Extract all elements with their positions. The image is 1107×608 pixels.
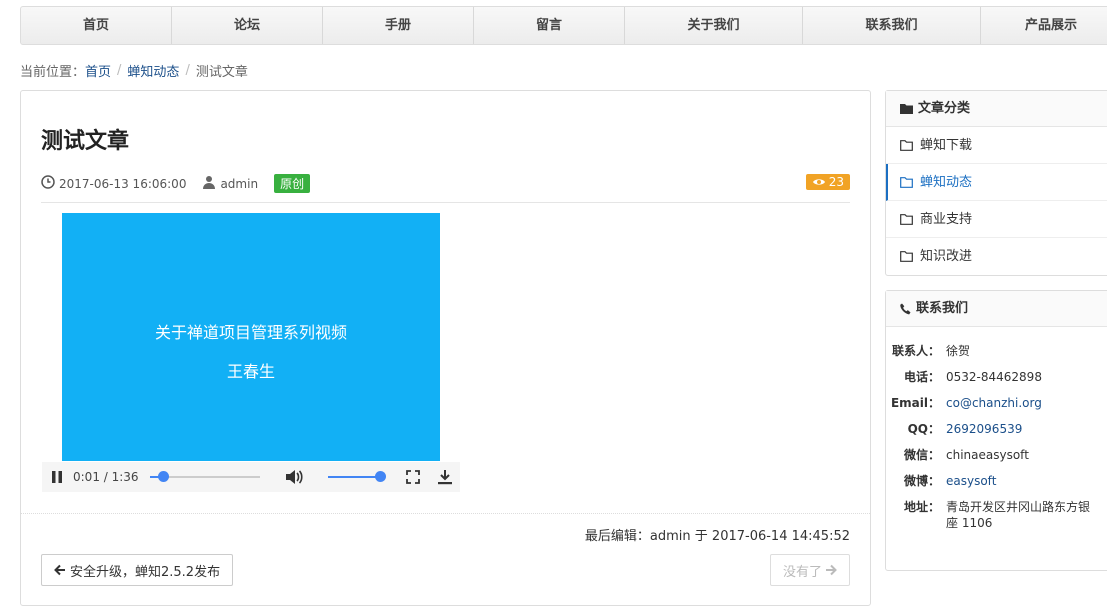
category-panel: 文章分类 蝉知下载 蝉知动态 商业支持 知识改进 bbox=[885, 90, 1107, 276]
breadcrumb-separator: / bbox=[117, 63, 122, 78]
article-meta: 2017-06-13 16:06:00 admin 原创 bbox=[41, 174, 311, 193]
nav-item-contact[interactable]: 联系我们 bbox=[803, 7, 981, 44]
video-controls: 0:01 / 1:36 bbox=[42, 462, 460, 492]
folder-open-icon bbox=[900, 139, 913, 151]
category-panel-header: 文章分类 bbox=[886, 91, 1107, 127]
article-title: 测试文章 bbox=[41, 129, 130, 154]
contact-value: 0532-84462898 bbox=[946, 370, 1042, 384]
eye-icon bbox=[812, 177, 826, 187]
breadcrumb-category-link[interactable]: 蝉知动态 bbox=[127, 61, 179, 80]
contact-row-phone: 电话： 0532-84462898 bbox=[886, 369, 1107, 385]
breadcrumb-separator: / bbox=[185, 63, 190, 78]
breadcrumb: 当前位置： 首页 / 蝉知动态 / 测试文章 bbox=[20, 61, 248, 80]
breadcrumb-prefix: 当前位置： bbox=[20, 65, 86, 80]
category-panel-title: 文章分类 bbox=[918, 100, 971, 116]
contact-row-weibo: 微博： easysoft bbox=[886, 473, 1107, 489]
last-edited-text: 最后编辑：admin 于 2017-06-14 14:45:52 bbox=[584, 529, 850, 544]
contact-label: QQ： bbox=[907, 422, 940, 436]
category-label: 蝉知动态 bbox=[920, 174, 973, 190]
video-title-line: 关于禅道项目管理系列视频 bbox=[154, 323, 347, 342]
folder-open-icon bbox=[900, 176, 913, 188]
folder-open-icon bbox=[900, 213, 913, 225]
weibo-link[interactable]: easysoft bbox=[946, 473, 1096, 489]
contact-label: 微信： bbox=[903, 448, 940, 462]
contact-panel: 联系我们 联系人： 徐贺 电话： 0532-84462898 Email： co… bbox=[885, 290, 1107, 571]
category-item-support[interactable]: 商业支持 bbox=[886, 201, 1107, 238]
breadcrumb-current: 测试文章 bbox=[195, 65, 248, 80]
contact-panel-header: 联系我们 bbox=[886, 291, 1107, 327]
nav-item-about[interactable]: 关于我们 bbox=[625, 7, 803, 44]
original-badge: 原创 bbox=[274, 174, 311, 193]
nav-item-manual[interactable]: 手册 bbox=[323, 7, 474, 44]
contact-value: 青岛开发区井冈山路东方银座 1106 bbox=[946, 500, 1091, 530]
download-icon[interactable] bbox=[437, 469, 453, 485]
pause-icon[interactable] bbox=[50, 470, 64, 484]
user-icon bbox=[202, 175, 216, 192]
video-player[interactable]: 关于禅道项目管理系列视频 王春生 bbox=[62, 213, 440, 461]
views-badge: 23 bbox=[805, 174, 850, 190]
folder-icon bbox=[900, 103, 913, 114]
clock-icon bbox=[41, 175, 55, 192]
footer-divider bbox=[21, 513, 870, 514]
qq-link[interactable]: 2692096539 bbox=[946, 421, 1096, 437]
contact-panel-title: 联系我们 bbox=[916, 300, 969, 316]
meta-divider bbox=[41, 202, 850, 203]
volume-handle[interactable] bbox=[374, 471, 386, 482]
contact-label: Email： bbox=[890, 396, 940, 410]
contact-row-address: 地址： 青岛开发区井冈山路东方银座 1106 bbox=[886, 499, 1107, 531]
progress-handle[interactable] bbox=[157, 471, 169, 482]
contact-value: chinaeasysoft bbox=[946, 448, 1029, 462]
nav-item-products[interactable]: 产品展示 bbox=[981, 7, 1107, 44]
contact-label: 地址： bbox=[903, 500, 940, 514]
contact-list: 联系人： 徐贺 电话： 0532-84462898 Email： co@chan… bbox=[886, 327, 1107, 531]
phone-icon bbox=[900, 303, 911, 315]
category-item-download[interactable]: 蝉知下载 bbox=[886, 127, 1107, 164]
category-label: 蝉知下载 bbox=[920, 137, 973, 153]
volume-icon[interactable] bbox=[284, 468, 304, 486]
contact-label: 电话： bbox=[903, 370, 940, 384]
contact-row-qq: QQ： 2692096539 bbox=[886, 421, 1107, 437]
video-time: 0:01 / 1:36 bbox=[73, 470, 139, 484]
views-count: 23 bbox=[828, 175, 844, 189]
article-author: admin bbox=[220, 176, 259, 191]
next-article-label: 没有了 bbox=[782, 564, 822, 580]
email-link[interactable]: co@chanzhi.org bbox=[946, 395, 1096, 411]
prev-article-label: 安全升级，蝉知2.5.2发布 bbox=[70, 564, 221, 580]
breadcrumb-home-link[interactable]: 首页 bbox=[85, 61, 111, 80]
article-panel: 测试文章 2017-06-13 16:06:00 admin 原创 23 关于禅… bbox=[20, 90, 871, 606]
category-label: 知识改进 bbox=[920, 249, 973, 264]
category-item-news[interactable]: 蝉知动态 bbox=[886, 164, 1107, 201]
contact-row-person: 联系人： 徐贺 bbox=[886, 343, 1107, 359]
contact-row-email: Email： co@chanzhi.org bbox=[886, 395, 1107, 411]
arrow-right-icon bbox=[825, 564, 837, 576]
top-nav: 首页 论坛 手册 留言 关于我们 联系我们 产品展示 bbox=[20, 6, 1107, 45]
arrow-left-icon bbox=[54, 564, 66, 576]
nav-item-forum[interactable]: 论坛 bbox=[172, 7, 323, 44]
nav-item-home[interactable]: 首页 bbox=[21, 7, 172, 44]
nav-item-message[interactable]: 留言 bbox=[474, 7, 625, 44]
article-date: 2017-06-13 16:06:00 bbox=[59, 176, 187, 191]
contact-value: 徐贺 bbox=[946, 344, 971, 358]
volume-fill bbox=[328, 476, 380, 478]
category-item-improve[interactable]: 知识改进 bbox=[886, 238, 1107, 275]
contact-label: 微博： bbox=[903, 474, 940, 488]
next-article-button[interactable]: 没有了 bbox=[769, 554, 850, 586]
category-label: 商业支持 bbox=[920, 211, 973, 227]
fullscreen-icon[interactable] bbox=[406, 470, 420, 484]
video-author-line: 王春生 bbox=[226, 362, 275, 381]
contact-row-wechat: 微信： chinaeasysoft bbox=[886, 447, 1107, 463]
prev-article-button[interactable]: 安全升级，蝉知2.5.2发布 bbox=[41, 554, 234, 586]
folder-open-icon bbox=[900, 251, 913, 262]
contact-label: 联系人： bbox=[891, 344, 940, 358]
